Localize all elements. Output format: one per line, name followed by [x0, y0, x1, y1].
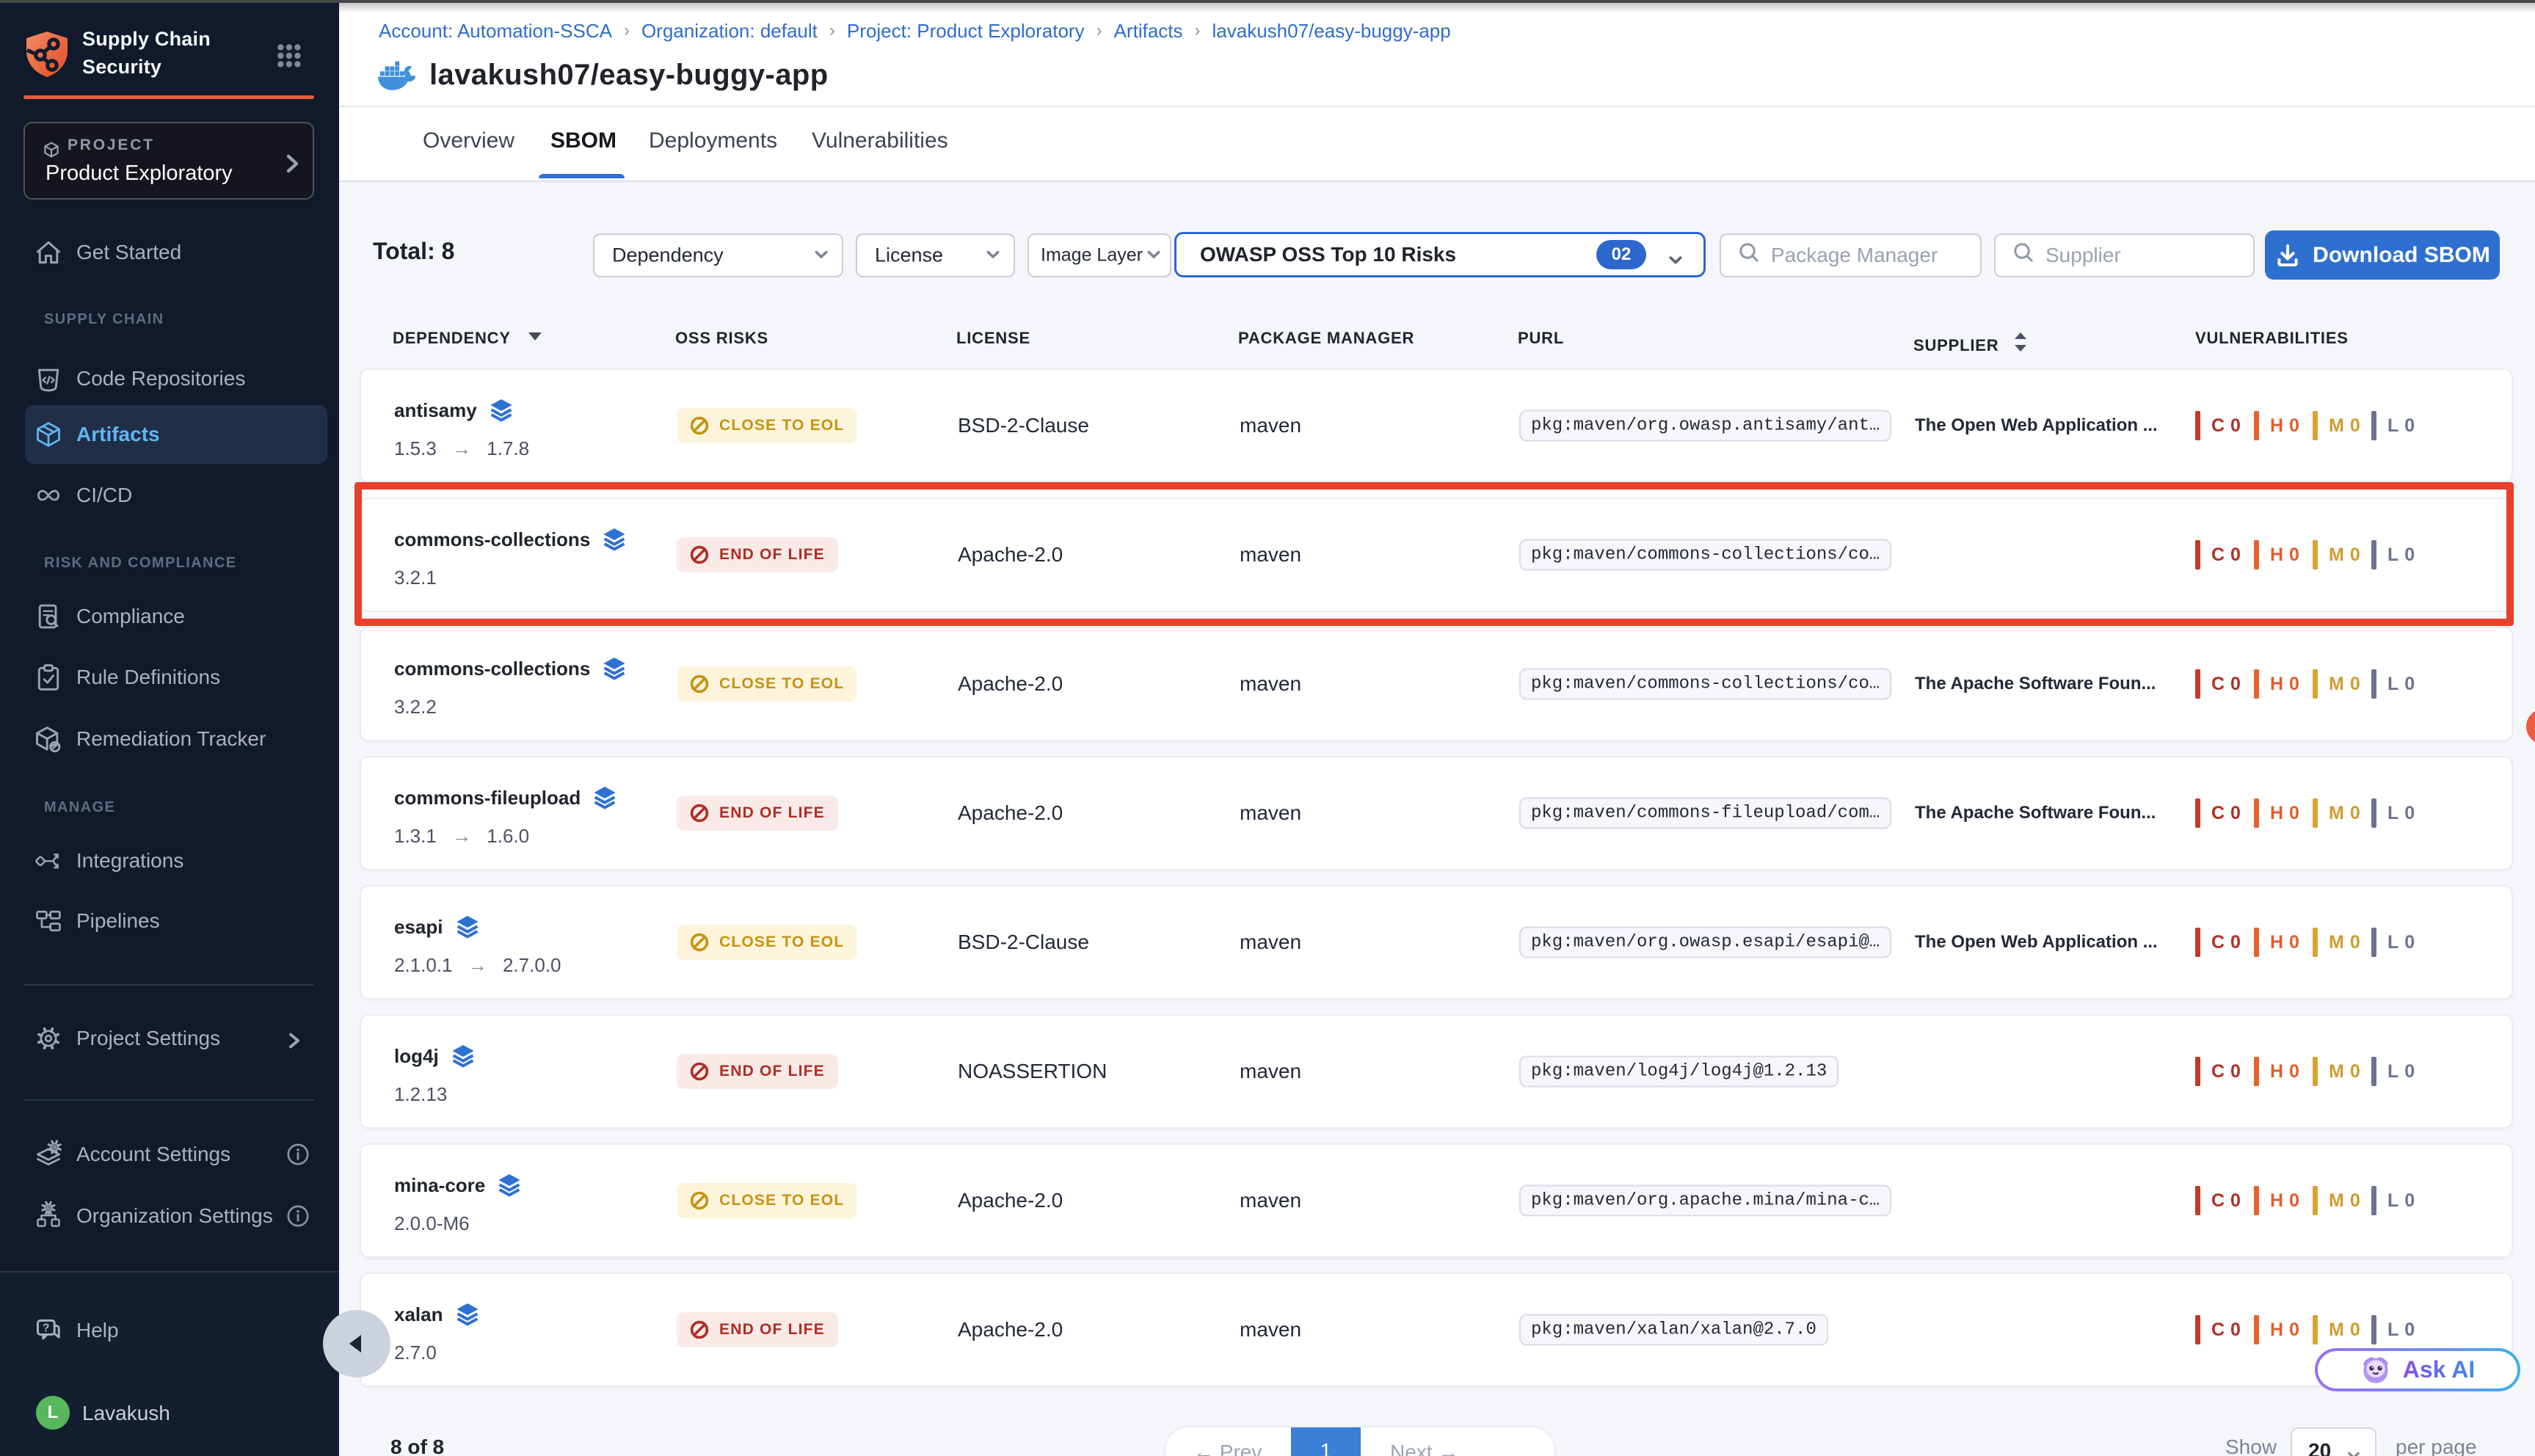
svg-text:?: ?	[43, 1322, 49, 1334]
